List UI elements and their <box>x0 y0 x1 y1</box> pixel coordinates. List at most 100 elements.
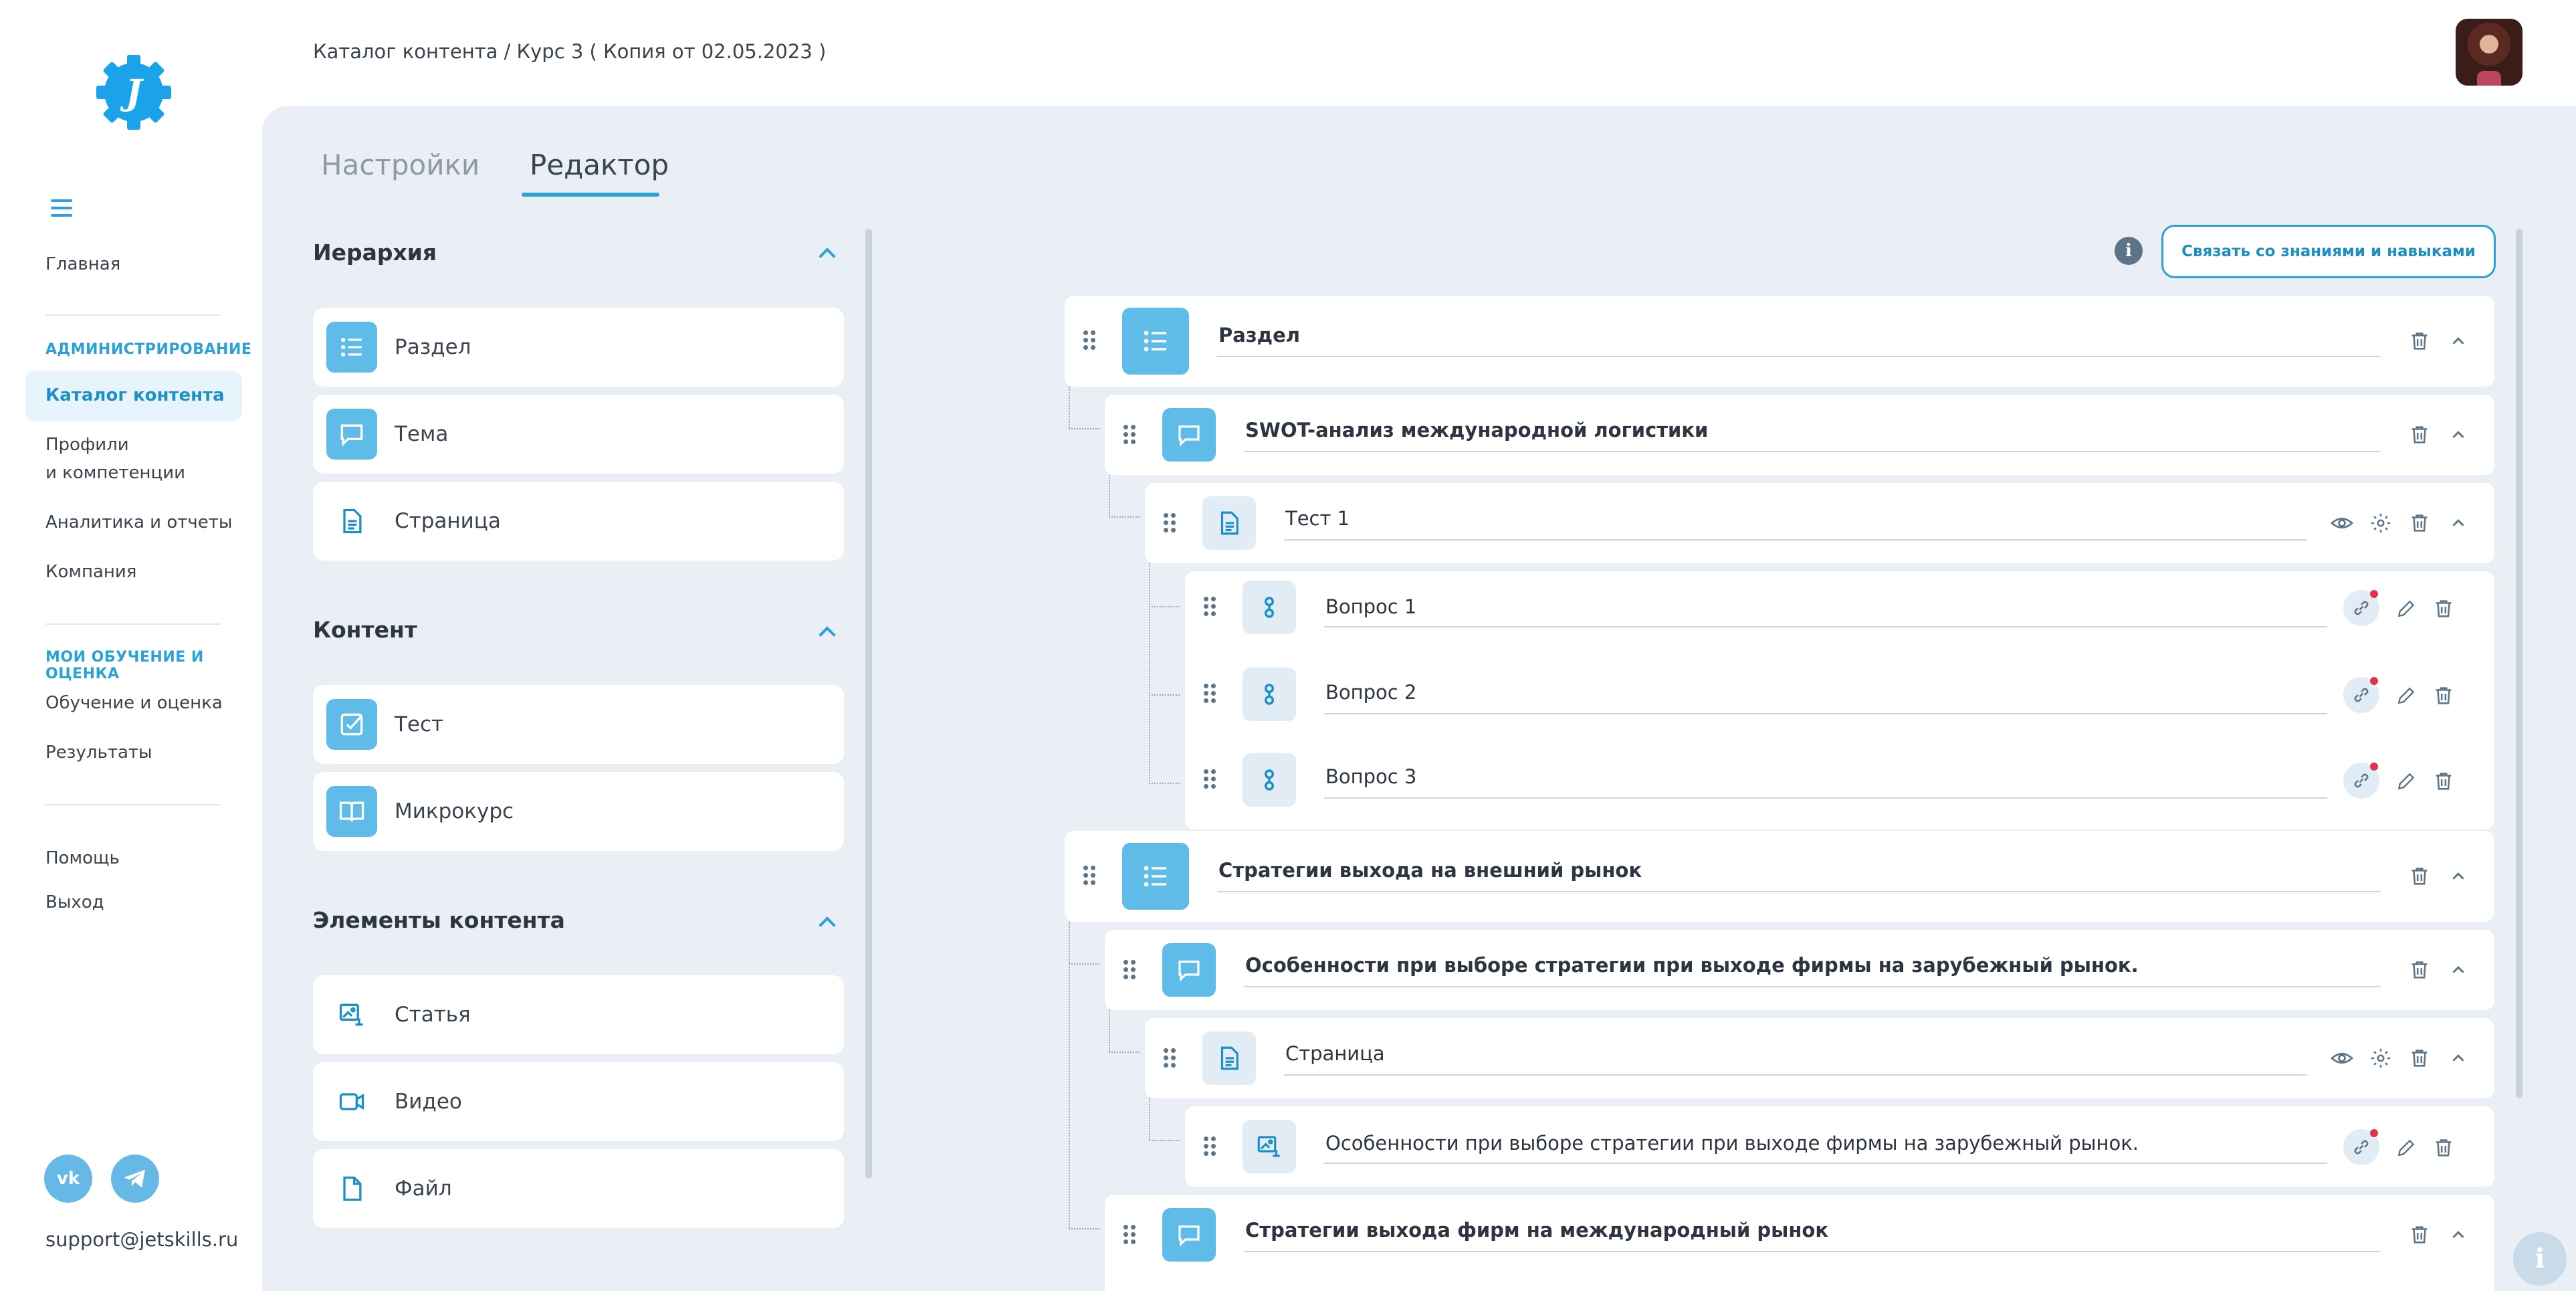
drag-handle-icon[interactable] <box>1164 513 1176 533</box>
trash-icon[interactable] <box>2406 1221 2433 1248</box>
avatar[interactable] <box>2456 19 2523 86</box>
link-icon[interactable] <box>2343 677 2379 713</box>
title-underline <box>1244 451 2381 452</box>
palette-scrollbar[interactable] <box>865 229 872 1179</box>
pencil-icon[interactable] <box>2393 595 2420 622</box>
nav-analytics[interactable]: Аналитика и отчеты <box>45 512 232 532</box>
link-knowledge-button[interactable]: Связать со знаниями и навыками <box>2161 225 2496 278</box>
nav-home[interactable]: Главная <box>45 254 120 274</box>
tree-connector <box>1109 516 1140 518</box>
nav-profiles-sub[interactable]: и компетенции <box>45 463 185 483</box>
tree-row-page[interactable]: Тест 1 <box>1145 483 2494 563</box>
trash-icon[interactable] <box>2406 328 2433 355</box>
palette-item-microcourse[interactable]: Микрокурс <box>313 772 844 851</box>
tree-connector <box>1069 1228 1099 1229</box>
help-info-icon[interactable]: i <box>2513 1232 2567 1286</box>
gear-icon[interactable] <box>2367 1045 2394 1072</box>
chevron-up-icon[interactable] <box>2445 510 2472 536</box>
tree-row-title[interactable]: Вопрос 1 <box>1325 595 1416 618</box>
pencil-icon[interactable] <box>2393 768 2420 795</box>
nav-company[interactable]: Компания <box>45 562 136 582</box>
support-email[interactable]: support@jetskills.ru <box>45 1228 238 1251</box>
drag-handle-icon[interactable] <box>1204 684 1216 704</box>
tab-editor[interactable]: Редактор <box>530 148 669 181</box>
trash-icon[interactable] <box>2406 421 2433 448</box>
nav-logout[interactable]: Выход <box>45 892 104 912</box>
drag-handle-icon[interactable] <box>1204 1136 1216 1157</box>
palette-item-page[interactable]: Страница <box>313 482 844 561</box>
pencil-icon[interactable] <box>2393 1134 2420 1161</box>
link-icon[interactable] <box>2343 590 2379 626</box>
gear-icon[interactable] <box>2367 510 2394 536</box>
nav-help[interactable]: Помощь <box>45 848 120 868</box>
tree-row-title: SWOT-анализ международной логистики <box>1245 419 1709 441</box>
palette-item-article[interactable]: Статья <box>313 975 844 1054</box>
palette-item-video[interactable]: Видео <box>313 1062 844 1141</box>
chevron-up-icon[interactable] <box>2445 328 2472 355</box>
telegram-icon[interactable] <box>111 1155 159 1203</box>
chevron-up-icon[interactable] <box>819 626 836 643</box>
drag-handle-icon[interactable] <box>1083 866 1095 886</box>
tree-connector <box>1149 783 1180 784</box>
chevron-up-icon[interactable] <box>2445 421 2472 448</box>
trash-icon[interactable] <box>2430 768 2457 795</box>
trash-icon[interactable] <box>2406 510 2433 536</box>
tree-row-topic[interactable]: Особенности при выборе стратегии при вых… <box>1105 930 2494 1010</box>
trash-icon[interactable] <box>2406 1045 2433 1072</box>
trash-icon[interactable] <box>2430 682 2457 709</box>
tab-settings[interactable]: Настройки <box>321 148 479 181</box>
trash-icon[interactable] <box>2406 957 2433 983</box>
chevron-up-icon[interactable] <box>2445 1045 2472 1072</box>
page-icon <box>1202 496 1256 550</box>
palette-item-test[interactable]: Тест <box>313 685 844 764</box>
tree-row-page[interactable]: Страница <box>1145 1018 2494 1098</box>
tree-row-title[interactable]: Особенности при выборе стратегии при вых… <box>1325 1132 2139 1155</box>
drag-handle-icon[interactable] <box>1204 597 1216 617</box>
tree-row-section[interactable]: Стратегии выхода на внешний рынок <box>1065 831 2494 922</box>
pencil-icon[interactable] <box>2393 682 2420 709</box>
vk-icon[interactable]: vk <box>44 1155 92 1203</box>
chevron-up-icon[interactable] <box>2445 1221 2472 1248</box>
tree-connector <box>1149 563 1150 784</box>
tree-row-title[interactable]: Вопрос 2 <box>1325 681 1416 704</box>
link-icon[interactable] <box>2343 763 2379 799</box>
tree-row-topic[interactable]: SWOT-анализ международной логистики <box>1105 395 2494 475</box>
info-icon[interactable]: i <box>2115 237 2143 265</box>
palette-item-file[interactable]: Файл <box>313 1149 844 1228</box>
drag-handle-icon[interactable] <box>1204 769 1216 789</box>
chevron-up-icon[interactable] <box>2445 957 2472 983</box>
drag-handle-icon[interactable] <box>1083 330 1095 351</box>
tree-connector <box>1149 1098 1150 1140</box>
chevron-up-icon[interactable] <box>819 916 836 934</box>
question-icon <box>1243 753 1296 807</box>
trash-icon[interactable] <box>2430 595 2457 622</box>
nav-results[interactable]: Результаты <box>45 742 152 763</box>
link-icon[interactable] <box>2343 1129 2379 1165</box>
drag-handle-icon[interactable] <box>1164 1048 1176 1068</box>
eye-icon[interactable] <box>2329 510 2355 536</box>
jetskills-logo[interactable]: J <box>92 51 175 134</box>
nav-learning[interactable]: Обучение и оценка <box>45 693 223 713</box>
trash-icon[interactable] <box>2406 863 2433 890</box>
tree-row-title[interactable]: Вопрос 3 <box>1325 765 1416 788</box>
chevron-up-icon[interactable] <box>2445 863 2472 890</box>
tree-row-topic[interactable]: Стратегии выхода фирм на международный р… <box>1105 1195 2494 1291</box>
main-panel: Настройки Редактор Иерархия Раздел Тема … <box>262 106 2576 1291</box>
chevron-up-icon[interactable] <box>819 247 836 265</box>
drag-handle-icon[interactable] <box>1123 425 1136 445</box>
nav-content-catalog[interactable]: Каталог контента <box>45 385 225 405</box>
tree-connector <box>1109 475 1110 516</box>
tree-row-article[interactable]: Особенности при выборе стратегии при вых… <box>1185 1106 2494 1187</box>
tree-row-section[interactable]: Раздел <box>1065 296 2494 387</box>
eye-icon[interactable] <box>2329 1045 2355 1072</box>
tree-scrollbar[interactable] <box>2516 229 2523 1098</box>
nav-profiles[interactable]: Профили <box>45 435 129 455</box>
drag-handle-icon[interactable] <box>1123 1225 1136 1245</box>
palette-item-section[interactable]: Раздел <box>313 308 844 387</box>
tree-connector <box>1069 428 1099 429</box>
nav-section-learning: МОИ ОБУЧЕНИЕ И ОЦЕНКА <box>45 649 204 682</box>
trash-icon[interactable] <box>2430 1134 2457 1161</box>
menu-toggle-icon[interactable] <box>51 199 72 217</box>
drag-handle-icon[interactable] <box>1123 960 1136 980</box>
palette-item-topic[interactable]: Тема <box>313 395 844 474</box>
